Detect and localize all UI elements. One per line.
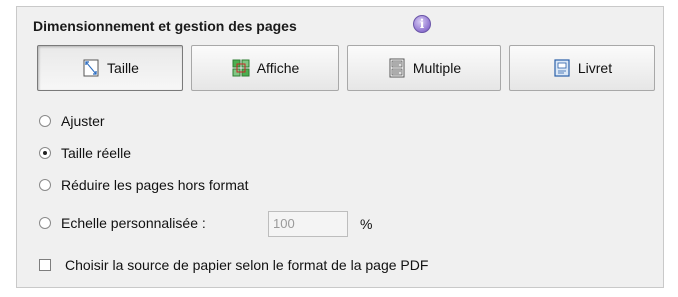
multiple-pages-icon	[389, 58, 405, 78]
booklet-icon	[554, 59, 570, 77]
option-reduire[interactable]: Réduire les pages hors format	[39, 175, 249, 195]
radio-echelle[interactable]	[39, 217, 51, 229]
tab-taille[interactable]: Taille	[37, 45, 183, 91]
tab-label: Affiche	[256, 60, 300, 76]
radio-reduire[interactable]	[39, 179, 51, 191]
section-title: Dimensionnement et gestion des pages	[33, 18, 297, 34]
tab-label: Livret	[577, 60, 613, 76]
poster-tiles-icon	[232, 59, 250, 77]
checkbox-label: Choisir la source de papier selon le for…	[65, 257, 429, 273]
radio-ajuster[interactable]	[39, 115, 51, 127]
tab-livret[interactable]: Livret	[509, 45, 655, 91]
sizing-mode-tabs: Taille Affiche Multiple Livret	[37, 45, 655, 93]
tab-label: Taille	[107, 60, 139, 76]
radio-taille-reelle[interactable]	[39, 147, 51, 159]
paper-source-checkbox[interactable]	[39, 259, 51, 271]
option-label: Taille réelle	[61, 145, 132, 161]
option-label: Ajuster	[61, 113, 105, 129]
option-label: Echelle personnalisée :	[61, 215, 206, 231]
info-icon[interactable]: i	[413, 15, 431, 33]
option-label: Réduire les pages hors format	[61, 177, 249, 193]
tab-affiche[interactable]: Affiche	[191, 45, 339, 91]
page-sizing-panel: Dimensionnement et gestion des pages i T…	[16, 6, 664, 288]
tab-label: Multiple	[412, 60, 462, 76]
option-paper-source[interactable]: Choisir la source de papier selon le for…	[39, 255, 428, 275]
option-taille-reelle[interactable]: Taille réelle	[39, 143, 131, 163]
option-ajuster[interactable]: Ajuster	[39, 111, 105, 131]
custom-scale-input[interactable]: 100	[268, 211, 348, 237]
tab-multiple[interactable]: Multiple	[347, 45, 501, 91]
percent-unit: %	[360, 216, 373, 232]
option-echelle[interactable]: Echelle personnalisée :	[39, 213, 206, 233]
page-size-icon	[83, 59, 99, 77]
